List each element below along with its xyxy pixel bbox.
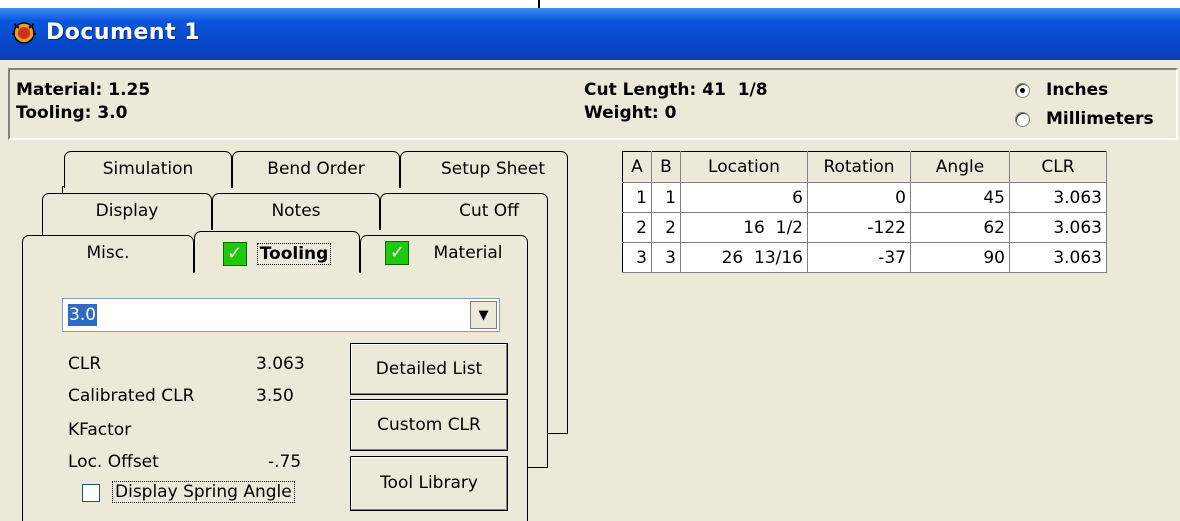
column-header[interactable]: Location — [680, 151, 808, 183]
check-icon: ✓ — [385, 241, 410, 265]
table-cell[interactable]: 45 — [910, 182, 1010, 213]
table-row[interactable]: 1 1 6 0 45 3.063 — [622, 182, 1107, 213]
custom-clr-button[interactable]: Custom CLR — [350, 399, 508, 451]
tool-library-button[interactable]: Tool Library — [350, 456, 508, 511]
window-title: Document 1 — [46, 20, 201, 45]
tab-simulation[interactable]: Simulation — [64, 151, 232, 188]
field-label: Loc. Offset — [68, 452, 159, 472]
table-cell[interactable]: 3.063 — [1009, 212, 1107, 243]
table-cell[interactable]: 1 — [651, 182, 681, 213]
field-label: Calibrated CLR — [68, 386, 195, 406]
tab-tooling[interactable]: ✓ Tooling — [194, 231, 360, 273]
tab-material[interactable]: ✓ Material — [360, 235, 528, 273]
column-header[interactable]: A — [622, 151, 652, 183]
table-cell[interactable]: 16 1/2 — [680, 212, 808, 243]
tab-misc[interactable]: Misc. — [22, 235, 194, 273]
tab-setup-sheet[interactable]: Setup Sheet — [400, 151, 568, 188]
table-cell[interactable]: 2 — [651, 212, 681, 243]
table-cell[interactable]: 3.063 — [1009, 242, 1107, 273]
tooling-label: Tooling: 3.0 — [16, 103, 128, 123]
spring-angle-checkbox[interactable] — [82, 484, 100, 502]
table-header-row: A B Location Rotation Angle CLR — [622, 151, 1107, 183]
spring-angle-label[interactable]: Display Spring Angle — [112, 481, 295, 503]
chevron-down-icon[interactable]: ▼ — [470, 301, 497, 329]
tooling-combo[interactable]: 3.0 ▼ — [62, 298, 500, 332]
millimeters-radio[interactable] — [1015, 112, 1030, 127]
column-header[interactable]: B — [651, 151, 681, 183]
table-cell[interactable]: 62 — [910, 212, 1010, 243]
cut-length-label: Cut Length: 41 1/8 — [584, 80, 768, 100]
top-strip — [0, 0, 1180, 8]
tab-tooling-label: Tooling — [256, 243, 332, 265]
tab-material-label: Material — [433, 243, 503, 263]
top-marker — [538, 0, 540, 8]
app-bug-icon[interactable] — [10, 18, 38, 46]
tab-display[interactable]: Display — [42, 193, 212, 230]
table-row[interactable]: 3 3 26 13/16 -37 90 3.063 — [622, 242, 1107, 273]
weight-label: Weight: 0 — [584, 103, 677, 123]
table-cell[interactable]: 6 — [680, 182, 808, 213]
table-cell[interactable]: 3 — [622, 242, 652, 273]
field-value: 3.063 — [256, 354, 305, 374]
material-label: Material: 1.25 — [16, 80, 151, 100]
table-row[interactable]: 2 2 16 1/2 -122 62 3.063 — [622, 212, 1107, 243]
bend-table[interactable]: A B Location Rotation Angle CLR 1 1 6 0 … — [622, 151, 1107, 273]
field-value: -.75 — [268, 452, 302, 472]
field-label: KFactor — [68, 420, 132, 440]
field-label: CLR — [68, 354, 102, 374]
table-cell[interactable]: -37 — [807, 242, 911, 273]
table-cell[interactable]: -122 — [807, 212, 911, 243]
table-cell[interactable]: 1 — [622, 182, 652, 213]
millimeters-label[interactable]: Millimeters — [1046, 109, 1154, 129]
table-cell[interactable]: 2 — [622, 212, 652, 243]
column-header[interactable]: CLR — [1009, 151, 1107, 183]
inches-radio[interactable] — [1015, 83, 1030, 98]
column-header[interactable]: Angle — [910, 151, 1010, 183]
tab-bend-order[interactable]: Bend Order — [232, 151, 400, 188]
field-value: 3.50 — [256, 386, 294, 406]
inches-label[interactable]: Inches — [1046, 80, 1108, 100]
table-cell[interactable]: 26 13/16 — [680, 242, 808, 273]
table-cell[interactable]: 3 — [651, 242, 681, 273]
combo-value: 3.0 — [68, 304, 98, 326]
column-header[interactable]: Rotation — [807, 151, 911, 183]
table-cell[interactable]: 90 — [910, 242, 1010, 273]
tab-notes[interactable]: Notes — [212, 193, 380, 230]
table-cell[interactable]: 0 — [807, 182, 911, 213]
detailed-list-button[interactable]: Detailed List — [350, 343, 508, 395]
check-icon: ✓ — [222, 242, 247, 266]
table-cell[interactable]: 3.063 — [1009, 182, 1107, 213]
tab-cut-off[interactable]: Cut Off — [380, 193, 548, 230]
